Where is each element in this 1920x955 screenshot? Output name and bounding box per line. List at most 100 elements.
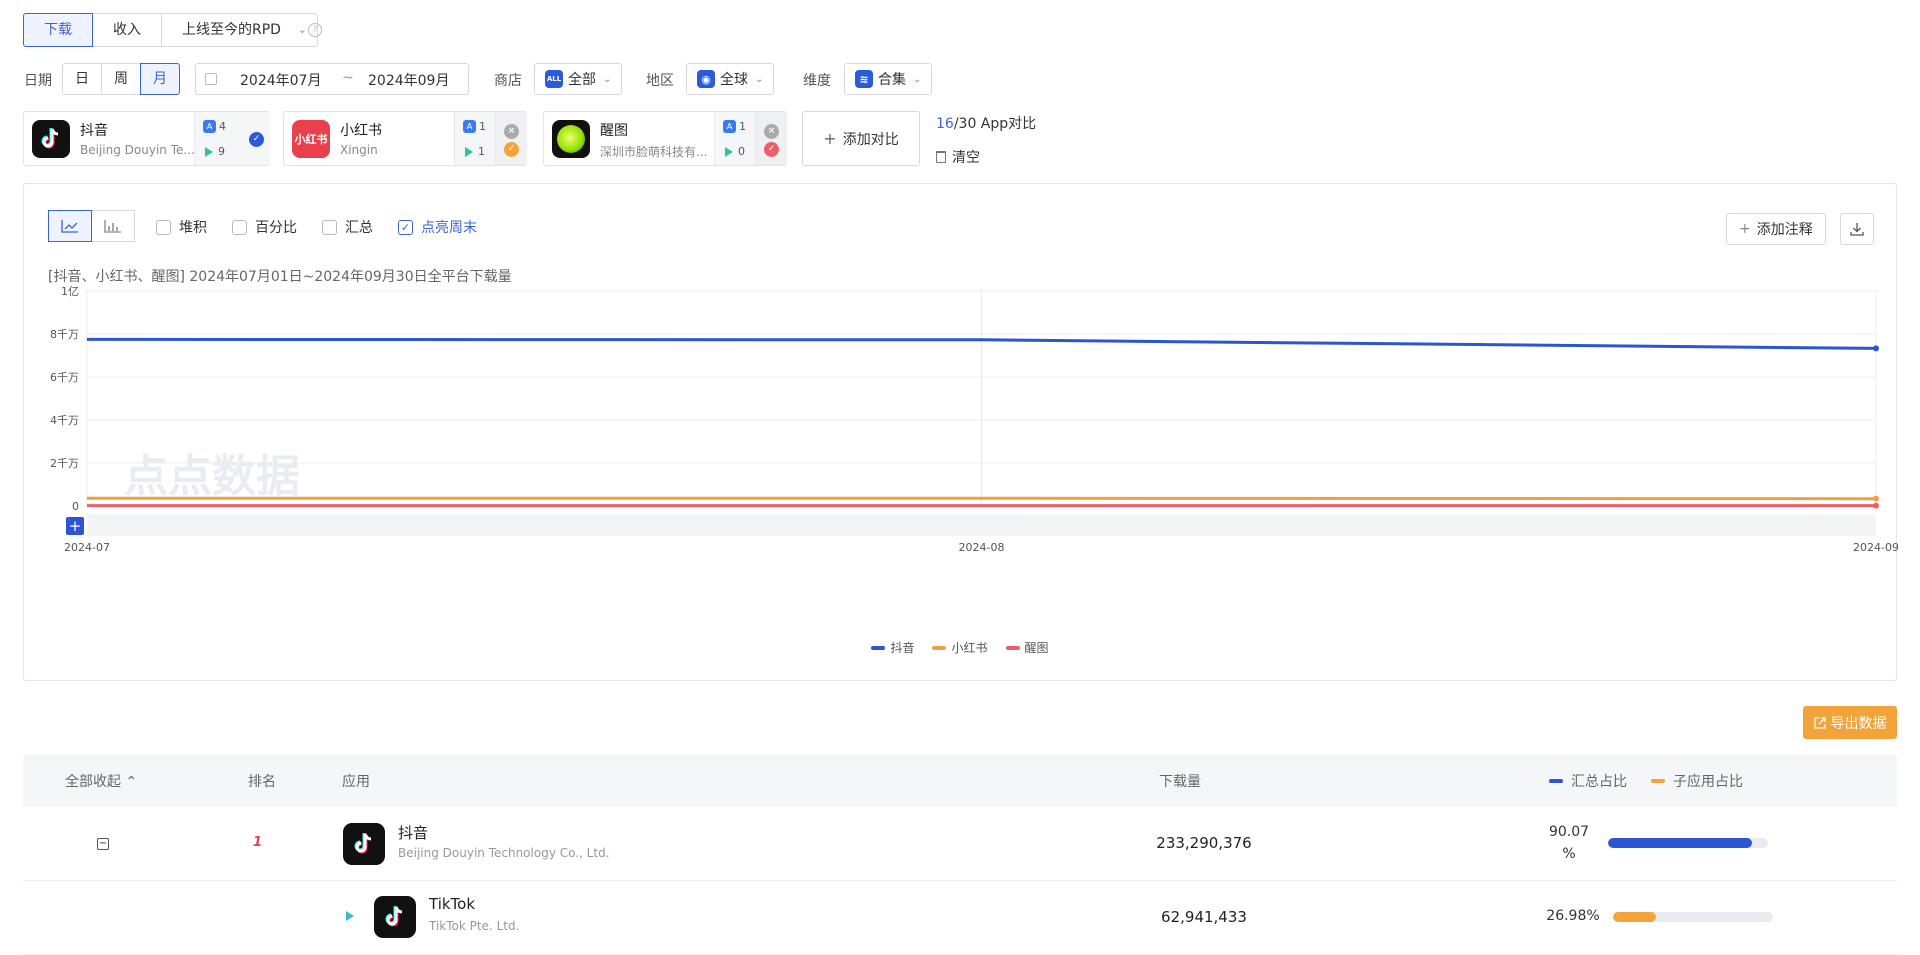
metric-tabs: 下载 收入 上线至今的RPD⌄ xyxy=(23,13,318,47)
legend-item[interactable]: 小红书 xyxy=(932,639,987,656)
checkbox[interactable] xyxy=(232,220,247,235)
y-tick-label: 1亿 xyxy=(61,285,79,298)
option-label: 百分比 xyxy=(255,217,297,237)
app-card-xiaohongshu[interactable]: 小红书 小红书 Xingin A1 1 × ✓ xyxy=(283,111,527,166)
calendar-icon xyxy=(205,73,217,85)
legend-item[interactable]: 醒图 xyxy=(1006,639,1049,656)
x-tick-label: 2024-08 xyxy=(959,541,1005,554)
checkbox[interactable] xyxy=(322,220,337,235)
add-compare-label: 添加对比 xyxy=(843,129,899,149)
checkbox[interactable] xyxy=(156,220,171,235)
app-store-icon: A xyxy=(723,120,736,133)
app-platform-counts: A4 9 ✓ xyxy=(194,112,270,165)
legend-swatch xyxy=(1651,779,1665,783)
granularity-day[interactable]: 日 xyxy=(62,63,102,95)
granularity-selector: 日 周 月 xyxy=(62,63,180,95)
tab-rpd-label: 上线至今的RPD xyxy=(182,22,281,38)
header-downloads[interactable]: 下载量 xyxy=(1159,771,1201,791)
check-circle-icon[interactable]: ✓ xyxy=(249,132,264,147)
app-developer: Xingin xyxy=(340,143,458,157)
option-sum[interactable]: 汇总 xyxy=(322,217,373,237)
add-annotation-button[interactable]: +添加注释 xyxy=(1726,213,1826,245)
ios-count: 1 xyxy=(479,120,486,133)
share-bar-fill xyxy=(1608,838,1752,848)
option-highlight-weekend[interactable]: ✓ 点亮周末 xyxy=(398,217,477,237)
date-end[interactable]: 2024年09月 xyxy=(368,70,449,90)
bar-chart-button[interactable] xyxy=(91,210,135,242)
option-label: 点亮周末 xyxy=(421,217,477,237)
legend-label: 抖音 xyxy=(890,639,914,656)
downloads-value: 62,941,433 xyxy=(1139,908,1269,926)
share-percent-sign: % xyxy=(1562,846,1575,862)
data-point xyxy=(1873,496,1879,502)
add-compare-button[interactable]: + 添加对比 xyxy=(802,111,920,166)
legend-swatch xyxy=(1006,646,1020,650)
app-name: 醒图 xyxy=(600,120,628,140)
date-separator: ~ xyxy=(342,70,354,86)
store-dropdown[interactable]: ALL 全部 ⌄ xyxy=(534,63,622,95)
chart-legend: 抖音 小红书 醒图 xyxy=(24,639,1896,656)
download-button[interactable] xyxy=(1840,213,1874,245)
app-platform-counts: A1 0 × ✓ xyxy=(714,112,787,165)
app-name: 抖音 xyxy=(80,120,108,140)
download-icon xyxy=(1850,222,1864,236)
app-name[interactable]: TikTok xyxy=(429,895,475,913)
granularity-month[interactable]: 月 xyxy=(140,63,180,95)
dimension-dropdown[interactable]: ≋ 合集 ⌄ xyxy=(844,63,932,95)
date-start[interactable]: 2024年07月 xyxy=(240,70,321,90)
legend-item[interactable]: 抖音 xyxy=(871,639,914,656)
collapse-row-icon[interactable]: − xyxy=(97,838,109,850)
range-slider xyxy=(87,514,1876,536)
header-sub-share: 子应用占比 xyxy=(1651,771,1743,791)
export-icon xyxy=(1814,717,1826,729)
share-bar-fill xyxy=(1613,912,1656,922)
legend-label: 小红书 xyxy=(951,639,987,656)
export-data-button[interactable]: 导出数据 xyxy=(1803,706,1897,739)
share-bar xyxy=(1608,838,1768,848)
line-chart-button[interactable] xyxy=(48,210,92,242)
table-header: 全部收起 ⌃ 排名 应用 下载量 汇总占比 子应用占比 xyxy=(23,755,1897,807)
collapse-all-toggle[interactable]: 全部收起 ⌃ xyxy=(65,771,137,791)
app-card-xingtu[interactable]: 醒图 深圳市脸萌科技有... A1 0 × ✓ xyxy=(543,111,787,166)
granularity-week[interactable]: 周 xyxy=(101,63,141,95)
data-point xyxy=(1873,503,1879,509)
option-percent[interactable]: 百分比 xyxy=(232,217,297,237)
app-store-icon: A xyxy=(463,120,476,133)
watermark: 点点数据 xyxy=(124,451,300,502)
y-tick-label: 6千万 xyxy=(50,371,79,384)
option-label: 堆积 xyxy=(179,217,207,237)
y-tick-label: 4千万 xyxy=(50,414,79,427)
globe-icon: ◉ xyxy=(697,70,715,88)
region-dropdown[interactable]: ◉ 全球 ⌄ xyxy=(686,63,774,95)
app-platform-counts: A1 1 × ✓ xyxy=(454,112,527,165)
option-stacked[interactable]: 堆积 xyxy=(156,217,207,237)
layers-icon: ≋ xyxy=(855,70,873,88)
header-total-share: 汇总占比 xyxy=(1549,771,1627,791)
dimension-value: 合集 xyxy=(878,69,906,89)
tab-revenue[interactable]: 收入 xyxy=(92,13,162,47)
google-play-icon xyxy=(725,147,733,157)
legend-label: 醒图 xyxy=(1025,639,1049,656)
app-card-douyin[interactable]: 抖音 Beijing Douyin Te... A4 9 ✓ xyxy=(23,111,270,166)
chart-panel: 堆积 百分比 汇总 ✓点亮周末 +添加注释 [抖音、小红书、醒图] 2024年0… xyxy=(23,183,1897,681)
xingtu-logo-icon xyxy=(552,120,590,158)
store-label: 商店 xyxy=(494,70,522,90)
help-icon[interactable]: ? xyxy=(308,23,322,37)
google-play-icon xyxy=(465,147,473,157)
remove-icon[interactable]: × xyxy=(764,124,779,139)
check-circle-icon[interactable]: ✓ xyxy=(764,142,779,157)
line-chart: 02千万4千万6千万8千万1亿+2024-072024-082024-09点点数… xyxy=(24,284,1898,624)
app-name[interactable]: 抖音 xyxy=(398,822,428,843)
chevron-down-icon: ⌄ xyxy=(755,74,763,85)
date-range-picker[interactable]: 2024年07月 ~ 2024年09月 xyxy=(195,63,469,95)
check-circle-icon[interactable]: ✓ xyxy=(504,142,519,157)
android-count: 0 xyxy=(738,145,745,158)
legend-swatch xyxy=(871,646,885,650)
remove-icon[interactable]: × xyxy=(504,124,519,139)
checkbox-checked[interactable]: ✓ xyxy=(398,220,413,235)
tab-downloads[interactable]: 下载 xyxy=(23,13,93,47)
android-count: 9 xyxy=(218,145,225,158)
tab-rpd-dropdown[interactable]: 上线至今的RPD⌄ xyxy=(161,13,318,47)
clear-button[interactable]: 清空 xyxy=(936,147,980,167)
data-point xyxy=(1873,345,1879,351)
